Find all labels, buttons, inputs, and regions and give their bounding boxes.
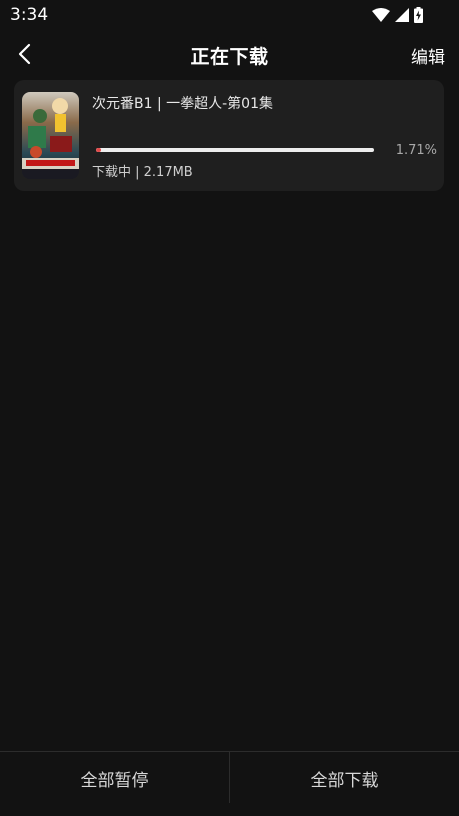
- pause-all-button[interactable]: 全部暂停: [0, 752, 229, 816]
- page-title: 正在下载: [190, 46, 269, 68]
- cellular-signal-icon: [395, 8, 409, 22]
- download-progress-fill: [96, 148, 101, 152]
- download-all-button[interactable]: 全部下载: [230, 752, 459, 816]
- download-screen: 3:34 正在下载 编辑 次元番B1 | 一拳超人-第01集 1.71% 下载中…: [0, 0, 459, 816]
- download-progress-bar: [96, 148, 374, 152]
- edit-button[interactable]: 编辑: [411, 43, 445, 68]
- wifi-icon: [372, 8, 390, 22]
- status-bar: 3:34: [0, 0, 459, 30]
- status-icons: [372, 7, 423, 23]
- progress-percent: 1.71%: [395, 143, 437, 158]
- download-status: 下载中 | 2.17MB: [92, 165, 193, 180]
- bottom-action-bar: 全部暂停 全部下载: [0, 751, 459, 816]
- status-time: 3:34: [10, 5, 49, 25]
- battery-charging-icon: [414, 7, 423, 23]
- anime-poster-thumbnail: [22, 92, 79, 179]
- download-item[interactable]: 次元番B1 | 一拳超人-第01集 1.71% 下载中 | 2.17MB: [14, 80, 444, 191]
- header: 正在下载 编辑: [0, 34, 459, 74]
- episode-title: 次元番B1 | 一拳超人-第01集: [92, 96, 273, 112]
